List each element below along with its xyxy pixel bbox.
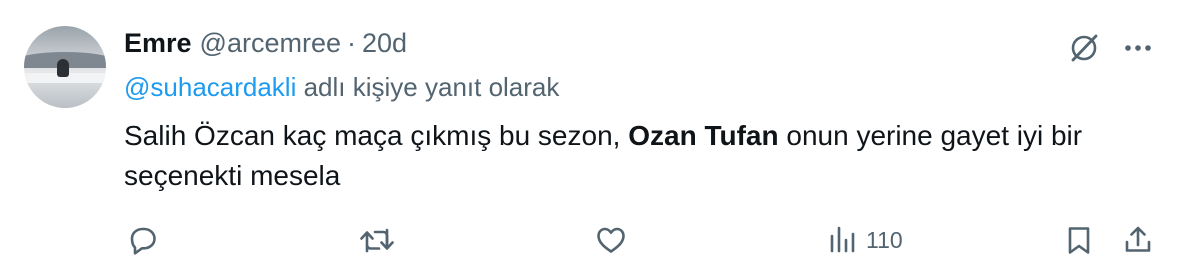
- timestamp[interactable]: 20d: [362, 28, 407, 59]
- tweet-text-bold: Ozan Tufan: [628, 120, 779, 151]
- separator-dot: ·: [347, 28, 356, 58]
- grok-button[interactable]: [1066, 30, 1102, 66]
- reply-suffix: adlı kişiye yanıt olarak: [296, 72, 560, 102]
- views-count: 110: [866, 226, 903, 253]
- reply-icon: [130, 227, 156, 255]
- like-button[interactable]: [594, 220, 628, 260]
- avatar[interactable]: [24, 26, 106, 108]
- more-button[interactable]: [1120, 30, 1156, 66]
- tweet-text: Salih Özcan kaç maça çıkmış bu sezon, Oz…: [124, 116, 1124, 196]
- like-icon: [597, 227, 625, 253]
- reply-mention-link[interactable]: @suhacardakli: [124, 72, 296, 102]
- action-bar: 110: [0, 220, 1180, 260]
- views-button[interactable]: 110: [828, 220, 903, 260]
- retweet-icon: [360, 228, 394, 253]
- author-handle[interactable]: @arcemree: [200, 28, 341, 59]
- bookmark-icon: [1068, 227, 1090, 254]
- share-icon: [1125, 226, 1151, 252]
- tweet[interactable]: Emre @arcemree · 20d @suhacardakli adlı …: [0, 0, 1180, 280]
- retweet-button[interactable]: [358, 220, 396, 260]
- bookmark-button[interactable]: [1064, 220, 1094, 260]
- author-name[interactable]: Emre: [124, 28, 192, 59]
- share-button[interactable]: [1122, 220, 1154, 260]
- grok-icon: [1071, 34, 1098, 62]
- more-icon: [1125, 45, 1151, 51]
- avatar-figure: [57, 59, 69, 77]
- tweet-text-part1: Salih Özcan kaç maça çıkmış bu sezon,: [124, 120, 629, 151]
- reply-context: @suhacardakli adlı kişiye yanıt olarak: [124, 72, 559, 103]
- reply-button[interactable]: [126, 220, 160, 260]
- views-icon: [830, 226, 855, 253]
- tweet-header: Emre @arcemree · 20d: [124, 28, 407, 64]
